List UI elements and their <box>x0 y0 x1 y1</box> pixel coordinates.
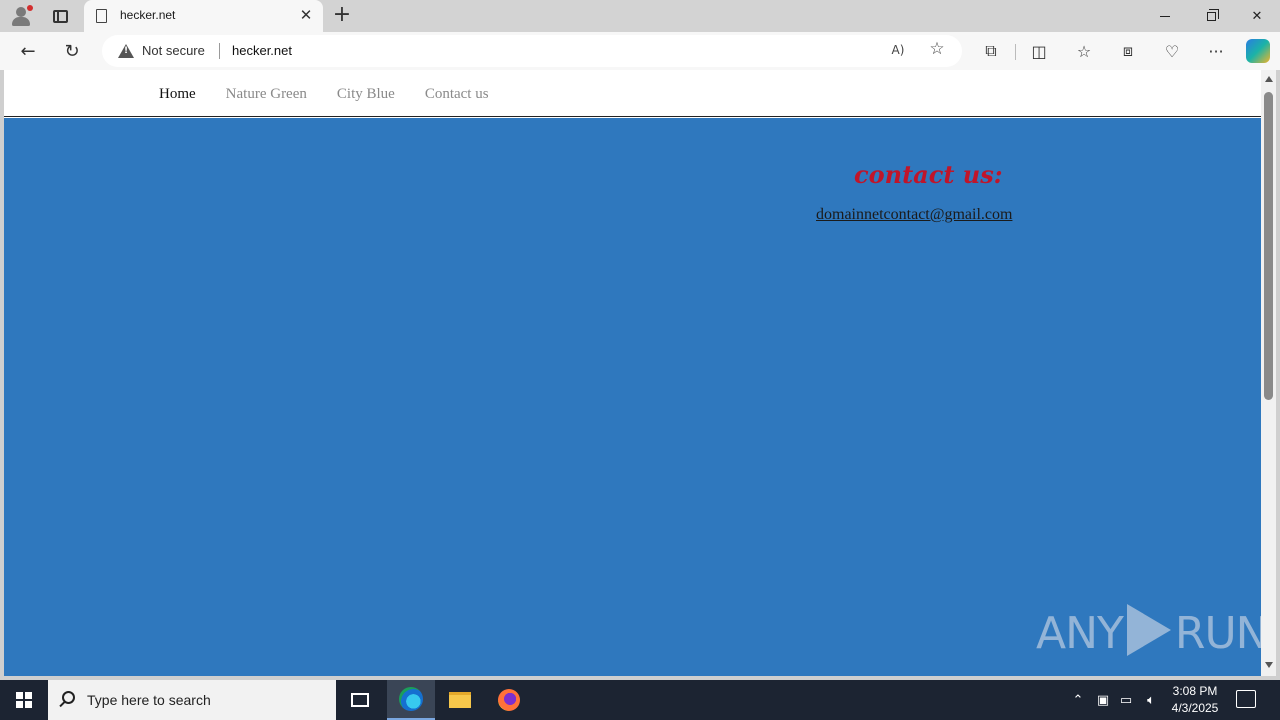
edge-icon <box>399 687 423 711</box>
nav-item-home[interactable]: Home <box>159 86 196 103</box>
task-view-button[interactable] <box>336 680 384 720</box>
tab-actions-icon[interactable] <box>48 4 72 28</box>
site-body: contact us: domainnetcontact@gmail.com <box>4 118 1261 676</box>
volume-icon[interactable]: 🔈︎ <box>1141 680 1161 720</box>
page-icon <box>96 9 107 23</box>
site-header: Home Nature Green City Blue Contact us <box>4 70 1261 117</box>
split-screen-icon[interactable]: ◫ <box>1027 39 1051 63</box>
page-scrollbar[interactable] <box>1261 70 1276 676</box>
url-text[interactable]: hecker.net <box>232 43 292 58</box>
start-button[interactable] <box>0 680 48 720</box>
nav-item-contact-us[interactable]: Contact us <box>425 86 489 103</box>
taskbar: Type here to search ⌃ ▣ ▭ 🔈︎ 3:08 PM 4/3… <box>0 680 1280 720</box>
search-icon <box>62 691 75 704</box>
watermark-right-text: RUN <box>1174 608 1269 659</box>
address-bar[interactable]: Not secure hecker.net A) ☆ <box>102 35 962 67</box>
scroll-up-icon[interactable] <box>1265 76 1273 82</box>
tab-title: hecker.net <box>120 8 176 22</box>
extensions-icon[interactable]: ⧉ <box>979 39 1003 63</box>
security-label[interactable]: Not secure <box>142 43 205 58</box>
close-tab-icon[interactable]: ✕ <box>297 6 315 24</box>
new-tab-button[interactable]: + <box>331 4 353 26</box>
collections-icon[interactable]: ⧈ <box>1116 39 1140 63</box>
clock-date: 4/3/2025 <box>1171 701 1219 715</box>
close-window-button[interactable]: ✕ <box>1234 0 1280 32</box>
nav-item-nature-green[interactable]: Nature Green <box>226 86 307 103</box>
divider <box>1015 44 1016 60</box>
browser-toolbar: ← ↻ Not secure hecker.net A) ☆ ⧉ ◫ ☆ ⧈ ♡… <box>0 32 1280 70</box>
firefox-icon <box>498 689 520 711</box>
site-nav: Home Nature Green City Blue Contact us <box>159 86 519 103</box>
watermark-left-text: ANY <box>1036 608 1124 659</box>
copilot-icon[interactable] <box>1246 39 1270 63</box>
tab-strip: hecker.net ✕ + ✕ <box>0 0 1280 32</box>
anyrun-watermark-logo: ANY RUN <box>1036 604 1269 662</box>
contact-email-link[interactable]: domainnetcontact@gmail.com <box>816 206 1012 224</box>
favorites-icon[interactable]: ☆ <box>1072 39 1096 63</box>
meet-now-icon[interactable]: ▣ <box>1094 680 1112 720</box>
browser-essentials-icon[interactable]: ♡ <box>1160 39 1184 63</box>
profile-icon[interactable] <box>9 4 33 28</box>
nav-item-city-blue[interactable]: City Blue <box>337 86 395 103</box>
file-explorer-button[interactable] <box>436 680 484 720</box>
page-viewport: Home Nature Green City Blue Contact us c… <box>4 70 1261 676</box>
read-aloud-icon[interactable]: A) <box>887 43 909 63</box>
more-options-icon[interactable]: ··· <box>1204 39 1228 63</box>
scroll-down-icon[interactable] <box>1265 662 1273 668</box>
play-icon <box>1126 604 1171 656</box>
firefox-button[interactable] <box>485 680 533 720</box>
edge-taskbar-button[interactable] <box>387 680 435 720</box>
browser-tab[interactable]: hecker.net ✕ <box>84 0 323 32</box>
clock-time: 3:08 PM <box>1172 684 1218 698</box>
task-view-icon <box>351 693 369 707</box>
network-icon[interactable]: ▭ <box>1117 680 1135 720</box>
notifications-icon[interactable] <box>1236 690 1256 708</box>
divider <box>219 43 220 59</box>
restore-button[interactable] <box>1188 0 1234 32</box>
show-hidden-icons-chevron-icon[interactable]: ⌃ <box>1068 680 1088 720</box>
clock[interactable]: 3:08 PM 4/3/2025 <box>1166 683 1224 717</box>
contact-heading: contact us: <box>854 160 1003 189</box>
minimize-button[interactable] <box>1142 0 1188 32</box>
favorite-star-icon[interactable]: ☆ <box>926 39 948 59</box>
taskbar-search[interactable]: Type here to search <box>48 680 336 720</box>
warning-icon[interactable] <box>118 44 134 58</box>
windows-logo-icon <box>16 692 32 708</box>
reload-icon[interactable]: ↻ <box>60 39 84 63</box>
scroll-thumb[interactable] <box>1264 92 1273 400</box>
folder-icon <box>449 692 471 708</box>
search-placeholder: Type here to search <box>87 692 211 708</box>
back-arrow-icon[interactable]: ← <box>16 39 40 63</box>
